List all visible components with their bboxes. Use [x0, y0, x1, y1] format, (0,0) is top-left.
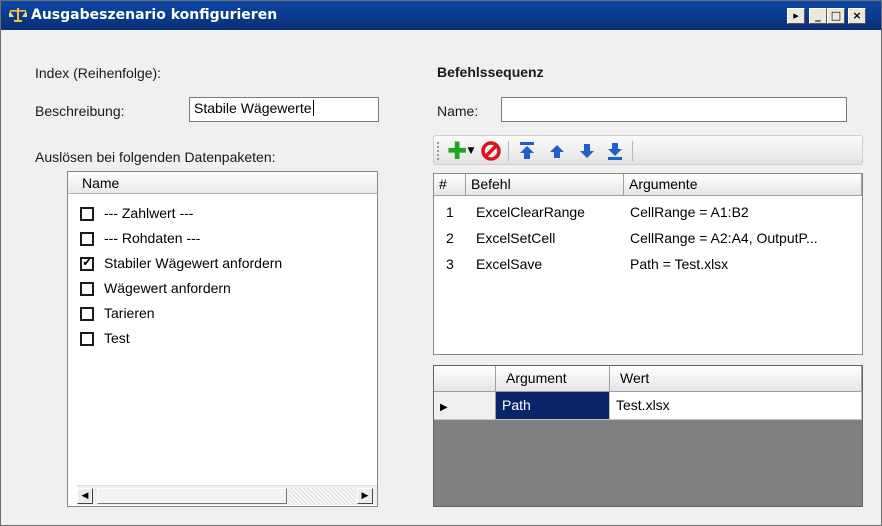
checkmark-icon: ✓: [82, 254, 93, 269]
list-item-label: --- Rohdaten ---: [104, 230, 201, 246]
scroll-left-icon[interactable]: ◀: [77, 488, 93, 504]
toolbar-grip[interactable]: [437, 142, 439, 160]
checkbox[interactable]: [80, 282, 94, 296]
header-command[interactable]: Befehl: [466, 174, 624, 196]
checkbox[interactable]: ✓: [80, 254, 94, 271]
cell-arguments: Path = Test.xlsx: [630, 256, 729, 272]
delete-icon[interactable]: [480, 140, 502, 162]
checkbox[interactable]: [80, 332, 94, 346]
cell-value[interactable]: Test.xlsx: [610, 392, 862, 420]
trigger-label: Auslösen bei folgenden Datenpaketen:: [35, 149, 276, 165]
description-label: Beschreibung:: [35, 103, 125, 119]
cell-arguments: CellRange = A2:A4, OutputP...: [630, 230, 818, 246]
command-grid[interactable]: # Befehl Argumente 1 ExcelClearRange Cel…: [433, 173, 863, 355]
command-toolbar: ✚ ▼: [433, 135, 863, 165]
data-packet-list[interactable]: Name --- Zahlwert --- --- Rohdaten --- ✓…: [67, 171, 378, 507]
section-title: Befehlssequenz: [437, 64, 544, 80]
window-title: Ausgabeszenario konfigurieren: [31, 7, 278, 23]
list-item-label: Stabiler Wägewert anfordern: [104, 255, 283, 271]
list-item-label: --- Zahlwert ---: [104, 205, 194, 221]
cell-command: ExcelSetCell: [476, 230, 556, 246]
row-selector[interactable]: ▶: [434, 392, 496, 420]
minimize-button[interactable]: _: [809, 8, 827, 24]
toolbar-separator: [632, 141, 633, 161]
add-icon[interactable]: ✚: [446, 139, 468, 163]
checkbox[interactable]: [80, 307, 94, 321]
cell-number: 3: [446, 256, 454, 272]
list-item-label: Wägewert anfordern: [104, 280, 231, 296]
move-top-icon[interactable]: [516, 140, 538, 162]
move-up-icon[interactable]: [546, 140, 568, 162]
scroll-track[interactable]: [289, 488, 355, 504]
toolbar-separator: [508, 141, 509, 161]
dropdown-arrow-icon[interactable]: ▼: [466, 140, 476, 162]
cell-command: ExcelClearRange: [476, 204, 585, 220]
header-row-selector: [434, 366, 496, 392]
maximize-button[interactable]: □: [827, 8, 845, 24]
close-button[interactable]: ×: [848, 8, 866, 24]
extra-button[interactable]: ▸: [787, 8, 805, 24]
name-label: Name:: [437, 103, 479, 119]
header-value[interactable]: Wert: [610, 366, 862, 392]
cell-number: 2: [446, 230, 454, 246]
checkbox[interactable]: [80, 207, 94, 221]
description-value: Stabile Wägewerte: [194, 100, 312, 116]
cell-arguments: CellRange = A1:B2: [630, 204, 749, 220]
scale-app-icon: [8, 7, 28, 23]
header-arguments[interactable]: Argumente: [624, 174, 862, 196]
column-name-label: Name: [82, 175, 120, 191]
dialog-window: Ausgabeszenario konfigurieren ▸ _ □ × In…: [0, 0, 882, 526]
list-item-label: Test: [104, 330, 130, 346]
move-down-icon[interactable]: [576, 140, 598, 162]
move-bottom-icon[interactable]: [604, 140, 626, 162]
title-bar[interactable]: Ausgabeszenario konfigurieren ▸ _ □ ×: [1, 1, 881, 30]
list-item-label: Tarieren: [104, 305, 155, 321]
scroll-thumb[interactable]: [97, 488, 287, 504]
current-row-icon: ▶: [440, 402, 448, 413]
scroll-right-icon[interactable]: ▶: [357, 488, 373, 504]
argument-grid[interactable]: Argument Wert ▶ Path Test.xlsx: [433, 365, 863, 507]
cell-command: ExcelSave: [476, 256, 543, 272]
horizontal-scrollbar[interactable]: ◀ ▶: [77, 485, 377, 505]
checkbox[interactable]: [80, 232, 94, 246]
list-column-header[interactable]: Name: [68, 172, 377, 194]
index-label: Index (Reihenfolge):: [35, 65, 162, 81]
cell-number: 1: [446, 204, 454, 220]
table-row[interactable]: ▶ Path Test.xlsx: [434, 392, 862, 420]
name-field[interactable]: [501, 97, 847, 122]
header-argument[interactable]: Argument: [496, 366, 610, 392]
description-field[interactable]: Stabile Wägewerte: [189, 97, 379, 122]
header-number[interactable]: #: [434, 174, 466, 196]
cell-argument[interactable]: Path: [496, 392, 610, 420]
